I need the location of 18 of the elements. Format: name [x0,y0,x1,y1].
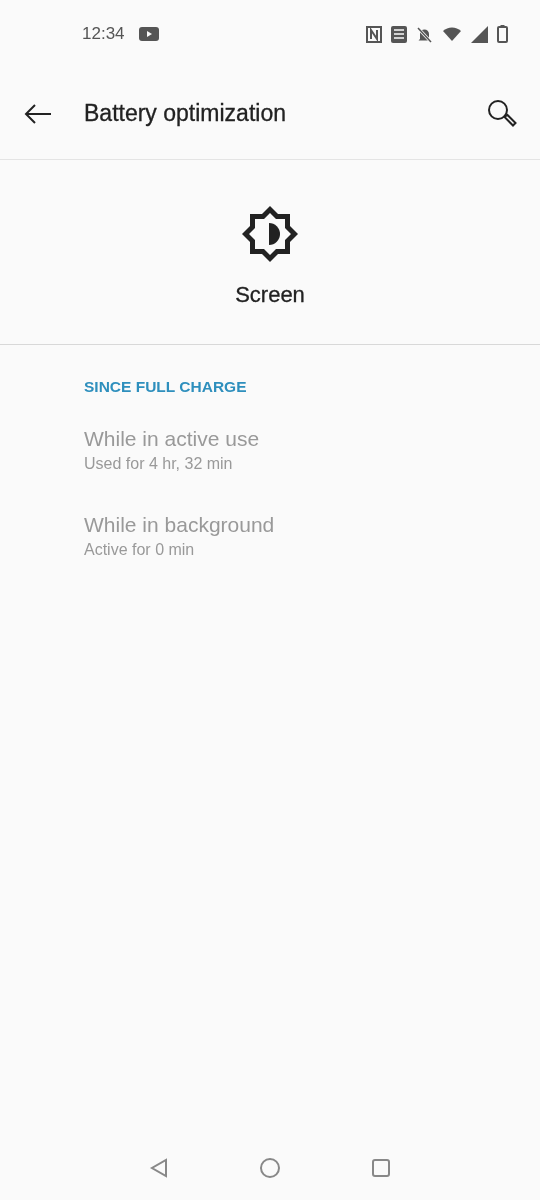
section-header: SINCE FULL CHARGE [84,378,247,396]
back-button[interactable] [24,103,52,124]
item-summary: Used for 4 hr, 32 min [84,455,233,473]
back-nav-button[interactable] [149,1158,169,1178]
nfc-icon [366,25,382,43]
page-title: Battery optimization [84,100,287,127]
wifi-icon [442,26,462,42]
home-button[interactable] [259,1157,281,1179]
battery-icon [497,25,508,43]
header-title: Screen [235,282,305,308]
play-icon [138,27,159,41]
volte-icon [391,25,407,43]
item-summary: Active for 0 min [84,541,195,559]
clock: 12:34 [82,24,125,44]
recents-button[interactable] [371,1158,391,1178]
signal-icon [471,25,488,43]
bell-off-icon [416,25,433,43]
brightness-icon [240,204,300,264]
